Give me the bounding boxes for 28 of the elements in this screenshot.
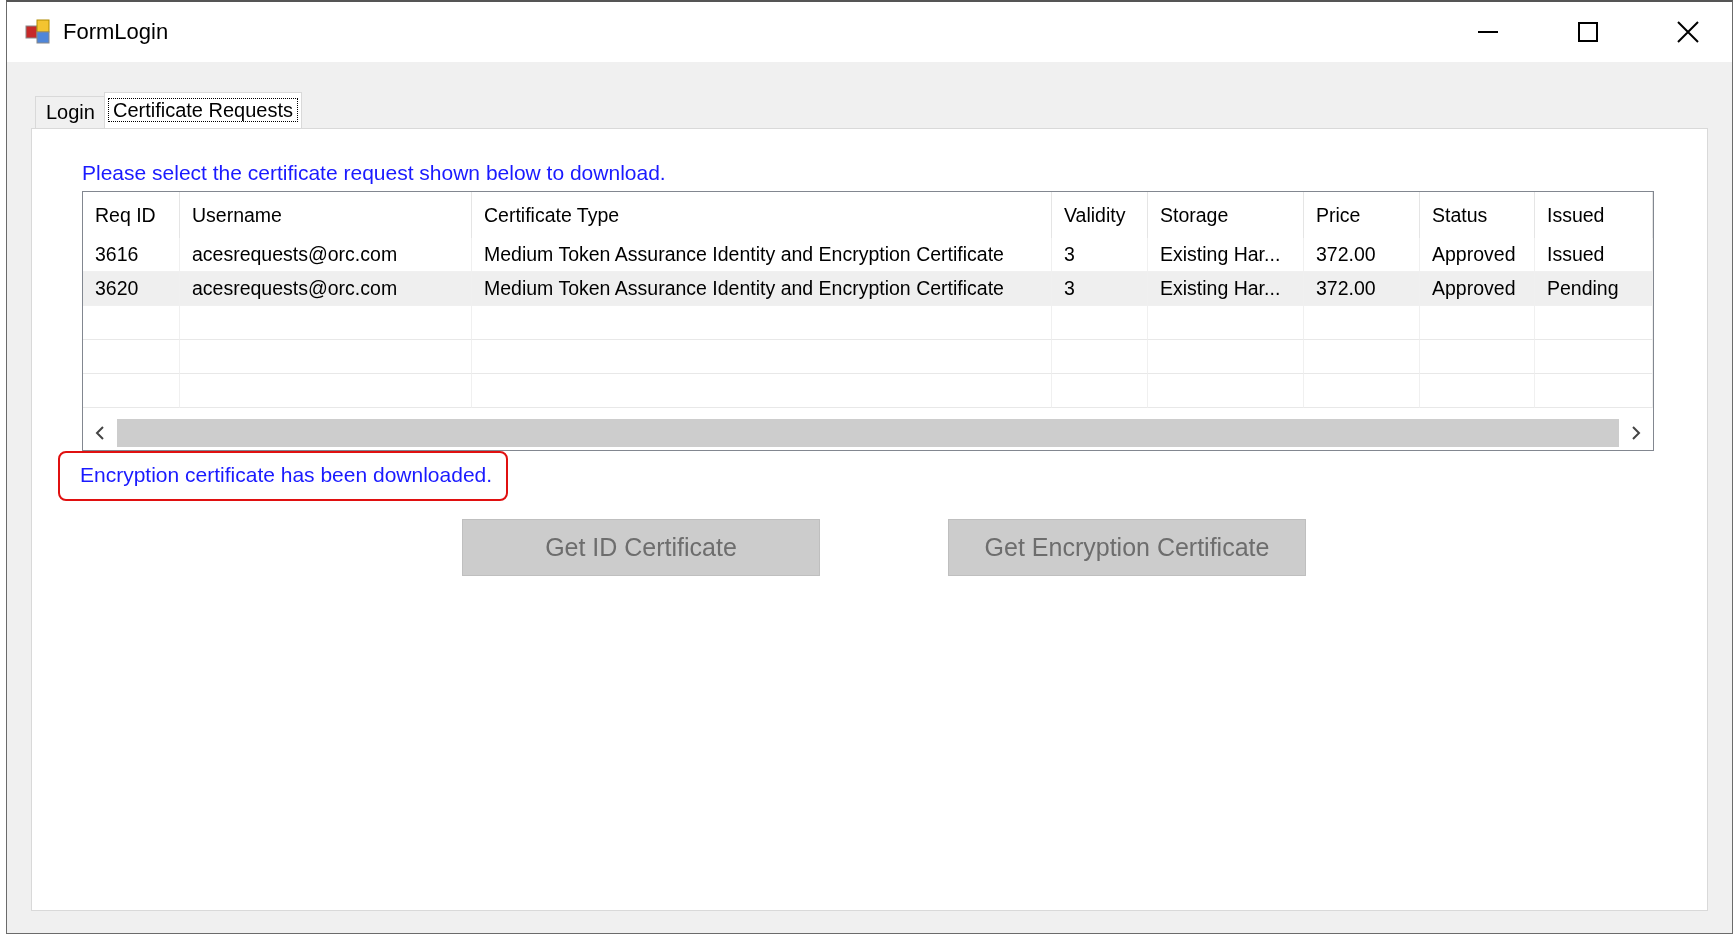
table-cell: Medium Token Assurance Identity and Encryption Certificate — [472, 272, 1052, 306]
column-header[interactable]: Validity — [1052, 192, 1148, 238]
app-icon — [25, 19, 51, 45]
maximize-icon — [1578, 22, 1598, 42]
chevron-left-icon — [95, 426, 105, 440]
table-cell: acesrequests@orc.com — [180, 272, 472, 306]
table-cell: Existing Har... — [1148, 272, 1304, 306]
window-title: FormLogin — [63, 19, 170, 45]
table-row[interactable]: 3620 acesrequests@orc.com Medium Token Assurance Identity and Encryption Certificate 3 Existing Har... 372.00 Approved Pending — [83, 272, 1653, 306]
column-header[interactable]: Req ID — [83, 192, 180, 238]
minimize-icon — [1478, 31, 1498, 33]
instruction-text: Please select the certificate request shown below to download. — [82, 161, 667, 185]
table-cell: 3620 — [83, 272, 180, 306]
tab[interactable]: Login — [35, 96, 106, 128]
column-header[interactable]: Status — [1420, 192, 1535, 238]
chevron-right-icon — [1631, 426, 1641, 440]
column-header[interactable]: Username — [180, 192, 472, 238]
close-icon — [1677, 21, 1699, 43]
table-cell: Approved — [1420, 272, 1535, 306]
table-cell: 372.00 — [1304, 272, 1420, 306]
column-header[interactable]: Certificate Type — [472, 192, 1052, 238]
table-cell: 3 — [1052, 272, 1148, 306]
column-header[interactable]: Storage — [1148, 192, 1304, 238]
table-cell: Pending — [1535, 272, 1653, 306]
status-message: Encryption certificate has been downloaded. — [80, 463, 493, 486]
column-header[interactable]: Issued — [1535, 192, 1653, 238]
tab[interactable]: Certificate Requests — [103, 92, 302, 128]
column-header[interactable]: Price — [1304, 192, 1420, 238]
